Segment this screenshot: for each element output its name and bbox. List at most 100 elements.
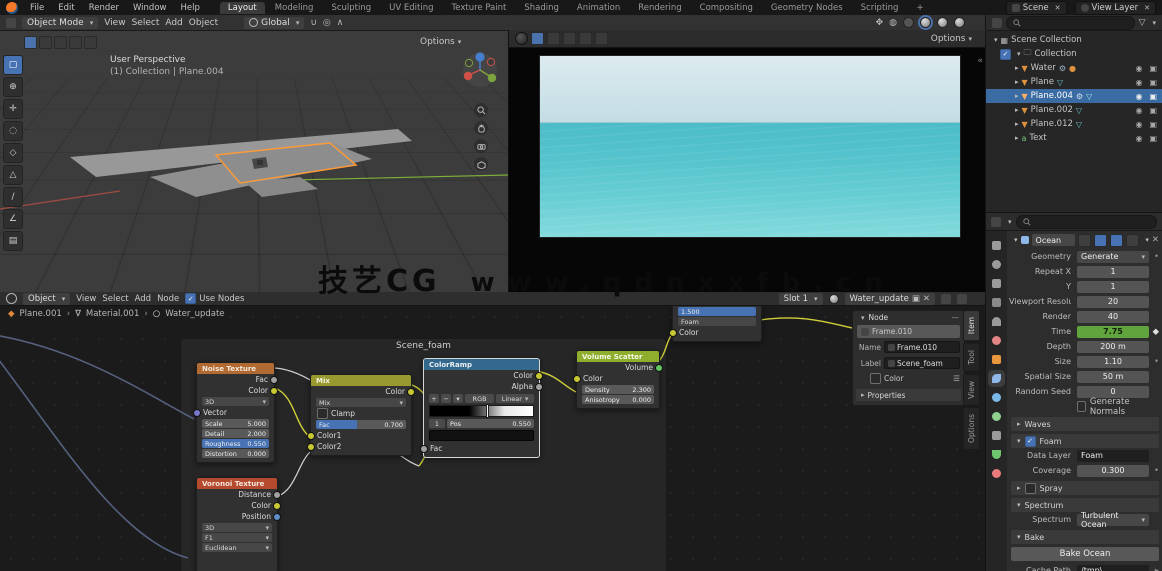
- proportional-editing-icon[interactable]: ◎: [323, 18, 331, 28]
- socket-fac-in[interactable]: [420, 445, 428, 453]
- menu-window[interactable]: Window: [127, 3, 173, 13]
- properties-search-input[interactable]: [1015, 214, 1157, 229]
- tab-options[interactable]: Options: [963, 407, 980, 451]
- tab-scene[interactable]: [990, 315, 1003, 328]
- noise-scale-field[interactable]: Scale 5.000: [202, 419, 269, 428]
- ramp-tools-dropdown[interactable]: ▾: [453, 394, 463, 403]
- cache-path-input[interactable]: /tmp\: [1077, 564, 1149, 571]
- outliner-row-text[interactable]: ▸ a Text ◉ ▣: [986, 131, 1162, 145]
- material-slot-dropdown[interactable]: Slot 1 ▾: [778, 292, 823, 305]
- workspace-tab-geometry-nodes[interactable]: Geometry Nodes: [763, 2, 851, 14]
- menu-file[interactable]: File: [24, 3, 50, 13]
- annotate-tool[interactable]: /: [3, 187, 23, 207]
- voronoi-distance-dropdown[interactable]: Euclidean ▾: [202, 543, 272, 552]
- waves-panel-header[interactable]: ▸ Waves: [1011, 417, 1159, 431]
- viewport-menu-object[interactable]: Object: [189, 18, 218, 28]
- ramp-color-swatch[interactable]: [429, 430, 534, 441]
- animate-dot-icon[interactable]: •: [1154, 466, 1159, 476]
- transform-orientation-dropdown[interactable]: Global ▾: [244, 16, 305, 29]
- render-resolution-field[interactable]: 40: [1077, 310, 1149, 323]
- bake-ocean-button[interactable]: Bake Ocean: [1011, 547, 1159, 561]
- scene-new-icon[interactable]: ✕: [1055, 4, 1061, 12]
- tab-object-data[interactable]: [990, 448, 1003, 461]
- shader-node-editor[interactable]: Object ▾ View Select Add Node ✓ Use Nodes…: [0, 292, 985, 571]
- socket-fac-out[interactable]: [270, 376, 278, 384]
- noise-dimensions-dropdown[interactable]: 3D ▾: [202, 397, 269, 406]
- node-header[interactable]: Voronoi Texture: [197, 478, 277, 489]
- render-window[interactable]: Options ▾ «: [508, 30, 986, 292]
- workspace-tab-sculpting[interactable]: Sculpting: [323, 2, 379, 14]
- node-label-input[interactable]: Scene_foam: [884, 357, 960, 369]
- mix-fac-slider[interactable]: Fac 0.700: [316, 420, 406, 429]
- use-nodes-checkbox[interactable]: ✓ Use Nodes: [185, 293, 244, 304]
- presets-list-icon[interactable]: ☰: [953, 374, 960, 383]
- foam-coverage-field[interactable]: 0.300: [1077, 464, 1149, 477]
- node-canvas[interactable]: ◆ Plane.001 › ∇ Material.001 › ○ Water_u…: [0, 306, 985, 571]
- zoom-icon[interactable]: [474, 103, 488, 117]
- render-select-box-icon[interactable]: [547, 32, 560, 45]
- ortho-toggle-icon[interactable]: [474, 157, 488, 171]
- tab-world[interactable]: [990, 334, 1003, 347]
- disable-render-icon[interactable]: ▣: [1149, 92, 1157, 101]
- socket-distance-out[interactable]: [273, 491, 281, 499]
- ramp-color-mode-dropdown[interactable]: RGB: [465, 394, 495, 403]
- keyframe-diamond-icon[interactable]: ◆: [1152, 327, 1159, 337]
- shading-solid-icon[interactable]: [920, 17, 931, 28]
- render-options-dropdown[interactable]: Options ▾: [931, 34, 972, 44]
- volume-density-field[interactable]: Density 2.300: [582, 385, 654, 394]
- snapping-icon[interactable]: [957, 293, 967, 304]
- outliner-row-water[interactable]: ▸ ▼ Water ⚙ ● ◉ ▣: [986, 61, 1162, 75]
- foam-enable-checkbox[interactable]: ✓: [1024, 435, 1036, 447]
- outliner[interactable]: ▾ ▦ Scene Collection ✓ ▾ 🗀 Collection ▸ ▼ W…: [985, 31, 1162, 212]
- modifier-close-icon[interactable]: ✕: [1152, 235, 1159, 245]
- menu-help[interactable]: Help: [174, 3, 205, 13]
- disable-render-icon[interactable]: ▣: [1149, 134, 1157, 143]
- socket-vector-in[interactable]: [193, 409, 201, 417]
- tab-render[interactable]: [990, 258, 1003, 271]
- socket-alpha-out[interactable]: [535, 383, 543, 391]
- hide-eye-icon[interactable]: ◉: [1135, 78, 1142, 87]
- outliner-row-plane[interactable]: ▸ ▼ Plane ▽ ◉ ▣: [986, 75, 1162, 89]
- menu-render[interactable]: Render: [83, 3, 125, 13]
- tab-material[interactable]: [990, 467, 1003, 480]
- repeat-x-field[interactable]: 1: [1077, 265, 1149, 278]
- foam-data-layer-input[interactable]: Foam: [1077, 449, 1149, 462]
- select-box-tool[interactable]: ▢: [3, 55, 23, 75]
- view-layer-selector[interactable]: View Layer ✕: [1074, 0, 1156, 15]
- foam-panel-header[interactable]: ▾ ✓ Foam: [1011, 434, 1159, 448]
- shading-wireframe-icon[interactable]: [903, 17, 914, 28]
- socket-color-in[interactable]: [573, 375, 581, 383]
- node-partial[interactable]: 1.500 Foam Color: [669, 306, 762, 342]
- toggle-render-icon[interactable]: [1110, 233, 1124, 247]
- socket-color1-in[interactable]: [307, 432, 315, 440]
- pin-icon[interactable]: [941, 293, 951, 304]
- mix-blend-dropdown[interactable]: Mix ▾: [316, 398, 406, 407]
- shading-rendered-icon[interactable]: [954, 17, 965, 28]
- tab-tool[interactable]: Tool: [963, 343, 980, 372]
- ramp-remove-stop-button[interactable]: −: [441, 394, 451, 403]
- node-volume-scatter[interactable]: Volume Scatter Volume Color Density 2.300…: [573, 350, 663, 409]
- ramp-gradient-bar[interactable]: [429, 404, 534, 418]
- node-menu-node[interactable]: Node: [157, 294, 179, 304]
- spatial-size-field[interactable]: 50 m: [1077, 370, 1149, 383]
- viewport-menu-select[interactable]: Select: [132, 18, 160, 28]
- viewport-3d[interactable]: Options ▾ User Perspective (1) Collection…: [0, 31, 508, 292]
- hide-eye-icon[interactable]: ◉: [1135, 64, 1142, 73]
- partial-value-field[interactable]: 1.500: [678, 307, 756, 316]
- tab-physics[interactable]: [990, 410, 1003, 423]
- measure-tool[interactable]: ∠: [3, 209, 23, 229]
- cursor-mini-icon[interactable]: [84, 36, 97, 49]
- outliner-filter-icon[interactable]: ▽: [1139, 18, 1146, 28]
- tab-tool[interactable]: [990, 239, 1003, 252]
- node-colorramp[interactable]: ColorRamp Color Alpha + − ▾ RGB Linear ▾ …: [420, 358, 543, 458]
- camera-view-icon[interactable]: [474, 139, 488, 153]
- region-collapse-icon[interactable]: «: [977, 56, 983, 66]
- ramp-position-field[interactable]: Pos 0.550: [447, 419, 534, 428]
- node-properties-panel-header[interactable]: ▸ Properties: [856, 389, 961, 401]
- ramp-interpolation-dropdown[interactable]: Linear ▾: [496, 394, 534, 403]
- noise-distortion-field[interactable]: Distortion 0.000: [202, 449, 269, 458]
- outliner-row-plane-002[interactable]: ▸ ▼ Plane.002 ▽ ◉ ▣: [986, 103, 1162, 117]
- node-color-checkbox[interactable]: Color ☰: [853, 371, 964, 386]
- socket-color-in[interactable]: [669, 329, 677, 337]
- animate-dot-icon[interactable]: •: [1154, 252, 1159, 262]
